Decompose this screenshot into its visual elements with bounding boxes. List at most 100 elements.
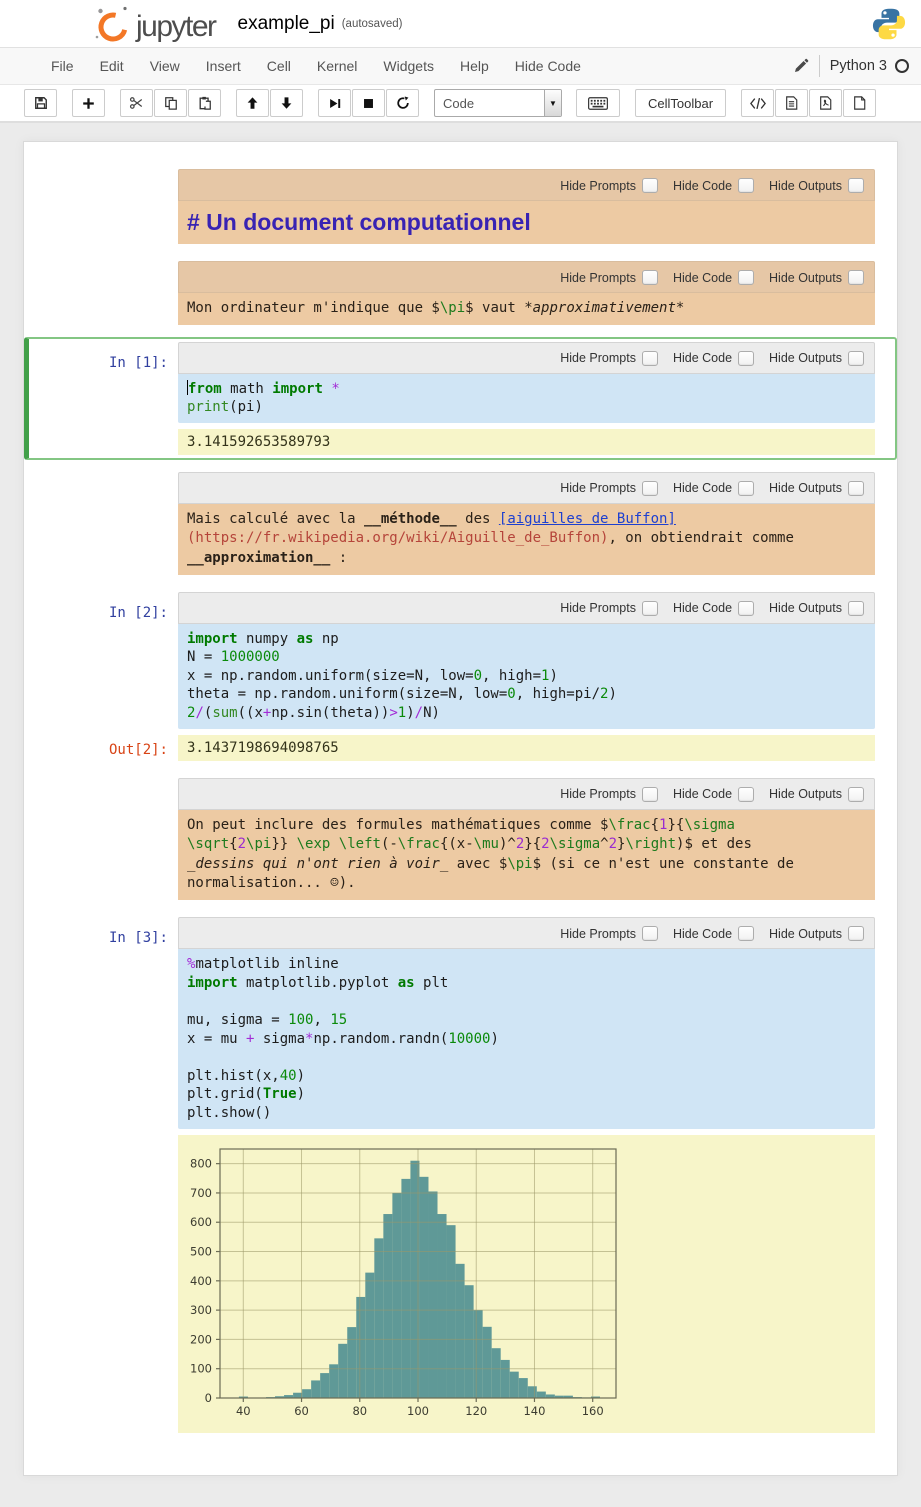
cell-editor[interactable]: %matplotlib inlineimport matplotlib.pypl…: [178, 949, 875, 1128]
menu-item-file[interactable]: File: [38, 49, 87, 83]
hide-prompts-label: Hide Prompts: [560, 481, 636, 495]
menu-item-view[interactable]: View: [137, 49, 193, 83]
menu-item-widgets[interactable]: Widgets: [370, 49, 447, 83]
hide-outputs-checkbox[interactable]: [848, 601, 864, 616]
hide-prompts-checkbox[interactable]: [642, 787, 658, 802]
hide-outputs-label: Hide Outputs: [769, 481, 842, 495]
hide-prompts-label: Hide Prompts: [560, 927, 636, 941]
menu-item-hide-code[interactable]: Hide Code: [502, 49, 594, 83]
hide-outputs-label: Hide Outputs: [769, 179, 842, 193]
move-cell-up-button[interactable]: [236, 89, 269, 117]
code-cell[interactable]: In [3]:Hide PromptsHide CodeHide Outputs…: [24, 912, 897, 1437]
svg-text:100: 100: [190, 1361, 212, 1375]
svg-text:200: 200: [190, 1332, 212, 1346]
code-cell[interactable]: In [1]:Hide PromptsHide CodeHide Outputs…: [24, 337, 897, 460]
hide-prompts-checkbox[interactable]: [642, 178, 658, 193]
toggle-code-button[interactable]: [741, 89, 774, 117]
input-prompt: In [3]:: [31, 917, 178, 1128]
jupyter-logo[interactable]: jupyter: [92, 4, 216, 44]
hide-code-label: Hide Code: [673, 787, 732, 801]
hide-prompts-label: Hide Prompts: [560, 351, 636, 365]
menu-item-cell[interactable]: Cell: [254, 49, 304, 83]
hide-outputs-label: Hide Outputs: [769, 271, 842, 285]
cut-cell-button[interactable]: [120, 89, 153, 117]
edit-mode-pencil-icon: [793, 58, 809, 74]
add-cell-button[interactable]: [72, 89, 105, 117]
notebook-title[interactable]: example_pi: [238, 13, 335, 35]
svg-text:100: 100: [407, 1404, 429, 1418]
python-logo-icon: [871, 5, 907, 48]
markdown-cell[interactable]: Hide PromptsHide CodeHide OutputsMon ord…: [24, 256, 897, 330]
command-palette-button[interactable]: [576, 89, 620, 117]
hide-outputs-checkbox[interactable]: [848, 270, 864, 285]
save-button[interactable]: [24, 89, 57, 117]
output-prompt: Out[2]:: [31, 735, 178, 761]
hide-outputs-checkbox[interactable]: [848, 351, 864, 366]
celltoolbar-button[interactable]: CellToolbar: [635, 89, 726, 117]
hide-prompts-label: Hide Prompts: [560, 601, 636, 615]
menu-item-edit[interactable]: Edit: [87, 49, 137, 83]
hide-code-label: Hide Code: [673, 179, 732, 193]
interrupt-kernel-button[interactable]: [352, 89, 385, 117]
export-doc-button[interactable]: [775, 89, 808, 117]
svg-text:120: 120: [465, 1404, 487, 1418]
notebook-container: Hide PromptsHide CodeHide Outputs# Un do…: [23, 141, 898, 1476]
hide-code-checkbox[interactable]: [738, 926, 754, 941]
hide-outputs-label: Hide Outputs: [769, 351, 842, 365]
menu-item-kernel[interactable]: Kernel: [304, 49, 370, 83]
copy-cell-button[interactable]: [154, 89, 187, 117]
paste-cell-button[interactable]: [188, 89, 221, 117]
menu-item-help[interactable]: Help: [447, 49, 502, 83]
notebook-page: Hide PromptsHide CodeHide Outputs# Un do…: [0, 123, 921, 1488]
cell-toolbar: Hide PromptsHide CodeHide Outputs: [178, 169, 875, 201]
cell-editor[interactable]: Mais calculé avec la __méthode__ des [ai…: [178, 504, 875, 575]
cell-type-select[interactable]: Code ▼: [434, 89, 562, 117]
hide-prompts-checkbox[interactable]: [642, 351, 658, 366]
move-cell-down-button[interactable]: [270, 89, 303, 117]
export-pdf-button[interactable]: [809, 89, 842, 117]
svg-text:500: 500: [190, 1244, 212, 1258]
hide-outputs-checkbox[interactable]: [848, 926, 864, 941]
hide-outputs-checkbox[interactable]: [848, 481, 864, 496]
hide-prompts-checkbox[interactable]: [642, 481, 658, 496]
output-prompt: [31, 1135, 178, 1433]
code-cell[interactable]: In [2]:Hide PromptsHide CodeHide Outputs…: [24, 587, 897, 766]
input-prompt: [31, 169, 178, 244]
hide-code-checkbox[interactable]: [738, 270, 754, 285]
cell-editor[interactable]: On peut inclure des formules mathématiqu…: [178, 810, 875, 900]
hide-prompts-checkbox[interactable]: [642, 270, 658, 285]
new-doc-button[interactable]: [843, 89, 876, 117]
notebook-cells: Hide PromptsHide CodeHide Outputs# Un do…: [24, 164, 897, 1438]
markdown-cell[interactable]: Hide PromptsHide CodeHide OutputsMais ca…: [24, 467, 897, 580]
restart-kernel-button[interactable]: [386, 89, 419, 117]
hide-prompts-checkbox[interactable]: [642, 601, 658, 616]
hide-outputs-checkbox[interactable]: [848, 787, 864, 802]
cell-editor[interactable]: from math import *print(pi): [178, 374, 875, 423]
hide-code-checkbox[interactable]: [738, 787, 754, 802]
svg-text:800: 800: [190, 1156, 212, 1170]
kernel-name: Python 3: [830, 58, 887, 74]
cell-editor[interactable]: Mon ordinateur m'indique que $\pi$ vaut …: [178, 293, 875, 325]
input-prompt: [31, 261, 178, 325]
select-arrow-icon: ▼: [544, 90, 561, 116]
svg-text:160: 160: [582, 1404, 604, 1418]
cell-editor[interactable]: import numpy as npN = 1000000x = np.rand…: [178, 624, 875, 729]
hide-outputs-label: Hide Outputs: [769, 927, 842, 941]
cell-editor[interactable]: # Un document computationnel: [178, 201, 875, 244]
cell-output: 3.1437198694098765: [178, 735, 875, 761]
hide-code-checkbox[interactable]: [738, 351, 754, 366]
hide-outputs-checkbox[interactable]: [848, 178, 864, 193]
header-bar: jupyter example_pi (autosaved): [0, 0, 921, 48]
hide-code-checkbox[interactable]: [738, 178, 754, 193]
hide-code-checkbox[interactable]: [738, 601, 754, 616]
cell-output: 3.141592653589793: [178, 429, 875, 455]
output-prompt: [31, 429, 178, 455]
hide-prompts-checkbox[interactable]: [642, 926, 658, 941]
markdown-cell[interactable]: Hide PromptsHide CodeHide Outputs# Un do…: [24, 164, 897, 249]
hide-outputs-label: Hide Outputs: [769, 601, 842, 615]
markdown-cell[interactable]: Hide PromptsHide CodeHide OutputsOn peut…: [24, 773, 897, 905]
menu-item-insert[interactable]: Insert: [193, 49, 254, 83]
cell-toolbar: Hide PromptsHide CodeHide Outputs: [178, 592, 875, 624]
hide-code-checkbox[interactable]: [738, 481, 754, 496]
run-cell-button[interactable]: [318, 89, 351, 117]
